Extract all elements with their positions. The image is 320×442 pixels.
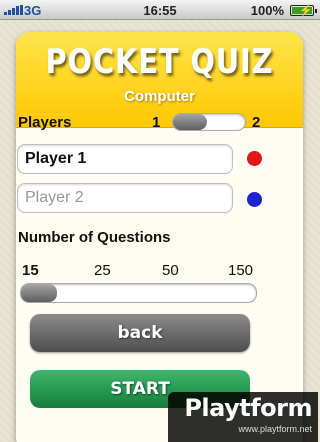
watermark-brand: Playtform — [184, 394, 312, 422]
players-label: Players — [18, 114, 72, 131]
back-button[interactable]: back — [30, 314, 250, 352]
player1-color-dot — [247, 151, 262, 166]
players-slider[interactable] — [172, 113, 246, 131]
question-option-15: 15 — [22, 262, 39, 279]
question-option-50: 50 — [162, 262, 179, 279]
question-option-150: 150 — [228, 262, 254, 279]
question-option-25: 25 — [94, 262, 111, 279]
playtform-watermark: Playtform www.playtform.net — [168, 392, 318, 442]
player1-name-input[interactable] — [17, 144, 233, 174]
players-max-label: 2 — [252, 114, 261, 131]
mode-subtitle: Computer — [124, 88, 195, 105]
battery-percent: 100% — [250, 3, 284, 18]
questions-label: Number of Questions — [18, 229, 171, 246]
player2-color-dot — [247, 192, 262, 207]
players-slider-thumb[interactable] — [173, 114, 207, 130]
app-title: POCKET QUIZ — [45, 42, 274, 82]
battery-icon: ⚡ — [290, 5, 317, 17]
status-bar: 3G 16:55 100% ⚡ — [0, 0, 320, 20]
questions-slider[interactable] — [20, 283, 257, 303]
watermark-url: www.playtform.net — [238, 424, 312, 434]
questions-slider-thumb[interactable] — [21, 284, 57, 302]
player2-name-input[interactable] — [17, 183, 233, 213]
players-min-label: 1 — [152, 114, 161, 131]
